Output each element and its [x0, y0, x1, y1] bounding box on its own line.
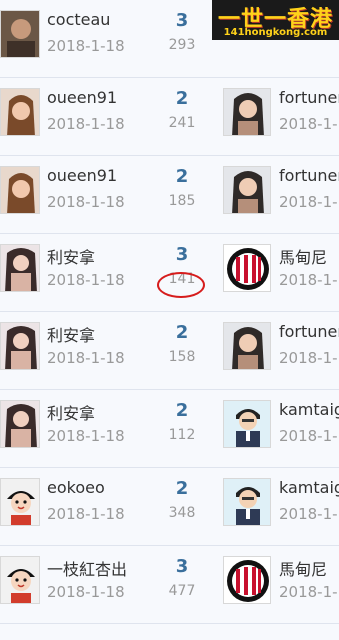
cartoon-man-icon[interactable] — [223, 478, 271, 526]
user-photo-icon[interactable] — [223, 88, 271, 136]
post-date: 2018-1-18 — [47, 271, 125, 289]
poster-name[interactable]: eokoeo — [47, 478, 105, 497]
poster-name[interactable]: cocteau — [47, 10, 110, 29]
thread-row[interactable]: 利安拿 2018-1-18 2 112 kamtaig 2018-1- — [0, 390, 339, 468]
post-date: 2018-1-18 — [47, 37, 125, 55]
cartoon-boy-icon[interactable] — [0, 478, 40, 526]
thread-row[interactable]: 一枝紅杏出 2018-1-18 3 477 馬甸尼 2018-1- — [0, 546, 339, 624]
last-post-date: 2018-1- — [279, 427, 338, 445]
cartoon-man-icon[interactable] — [223, 400, 271, 448]
last-poster-name[interactable]: 馬甸尼 — [279, 556, 327, 580]
post-date: 2018-1-18 — [47, 583, 125, 601]
reply-count: 3 — [175, 556, 189, 577]
user-photo-icon[interactable] — [0, 10, 40, 58]
user-photo-icon[interactable] — [0, 322, 40, 370]
user-photo-icon[interactable] — [0, 244, 40, 292]
post-date: 2018-1-18 — [47, 505, 125, 523]
ac-milan-crest-icon[interactable] — [223, 244, 271, 292]
view-count: 185 — [168, 193, 196, 209]
reply-count: 2 — [175, 166, 189, 187]
view-count: 477 — [168, 583, 196, 599]
reply-count: 3 — [175, 244, 189, 265]
last-post-date: 2018-1- — [279, 505, 338, 523]
last-post-date: 2018-1- — [279, 271, 338, 289]
last-post-date: 2018-1- — [279, 115, 338, 133]
poster-name[interactable]: oueen91 — [47, 88, 117, 107]
reply-count: 2 — [175, 400, 189, 421]
user-photo-icon[interactable] — [0, 166, 40, 214]
site-watermark-logo: 一世一香港 141hongkong.com — [212, 0, 339, 40]
view-count: 158 — [168, 349, 196, 365]
thread-row[interactable]: 利安拿 2018-1-18 2 158 fortuner 2018-1- — [0, 312, 339, 390]
user-photo-icon[interactable] — [0, 88, 40, 136]
poster-name[interactable]: 利安拿 — [47, 244, 95, 268]
view-count: 241 — [168, 115, 196, 131]
post-date: 2018-1-18 — [47, 193, 125, 211]
poster-name[interactable]: oueen91 — [47, 166, 117, 185]
reply-count: 2 — [175, 322, 189, 343]
poster-name[interactable]: 利安拿 — [47, 322, 95, 346]
last-poster-name[interactable]: fortuner — [279, 88, 339, 107]
highlight-circle — [157, 272, 205, 298]
post-date: 2018-1-18 — [47, 427, 125, 445]
view-count: 112 — [168, 427, 196, 443]
last-post-date: 2018-1- — [279, 583, 338, 601]
view-count: 348 — [168, 505, 196, 521]
user-photo-icon[interactable] — [223, 166, 271, 214]
reply-count: 3 — [175, 10, 189, 31]
reply-count: 2 — [175, 478, 189, 499]
thread-row[interactable]: oueen91 2018-1-18 2 241 fortuner 2018-1- — [0, 78, 339, 156]
last-poster-name[interactable]: kamtaig — [279, 400, 339, 419]
view-count: 293 — [168, 37, 196, 53]
post-date: 2018-1-18 — [47, 349, 125, 367]
reply-count: 2 — [175, 88, 189, 109]
cartoon-boy-icon[interactable] — [0, 556, 40, 604]
user-photo-icon[interactable] — [0, 400, 40, 448]
last-poster-name[interactable]: fortuner — [279, 322, 339, 341]
ac-milan-crest-icon[interactable] — [223, 556, 271, 604]
last-poster-name[interactable]: fortuner — [279, 166, 339, 185]
post-date: 2018-1-18 — [47, 115, 125, 133]
last-post-date: 2018-1- — [279, 193, 338, 211]
logo-url: 141hongkong.com — [223, 27, 328, 38]
last-poster-name[interactable]: 馬甸尼 — [279, 244, 327, 268]
last-post-date: 2018-1- — [279, 349, 338, 367]
thread-row[interactable]: eokoeo 2018-1-18 2 348 kamtaig 2018-1- — [0, 468, 339, 546]
thread-row[interactable]: oueen91 2018-1-18 2 185 fortuner 2018-1- — [0, 156, 339, 234]
user-photo-icon[interactable] — [223, 322, 271, 370]
last-poster-name[interactable]: kamtaig — [279, 478, 339, 497]
poster-name[interactable]: 利安拿 — [47, 400, 95, 424]
poster-name[interactable]: 一枝紅杏出 — [47, 556, 127, 580]
